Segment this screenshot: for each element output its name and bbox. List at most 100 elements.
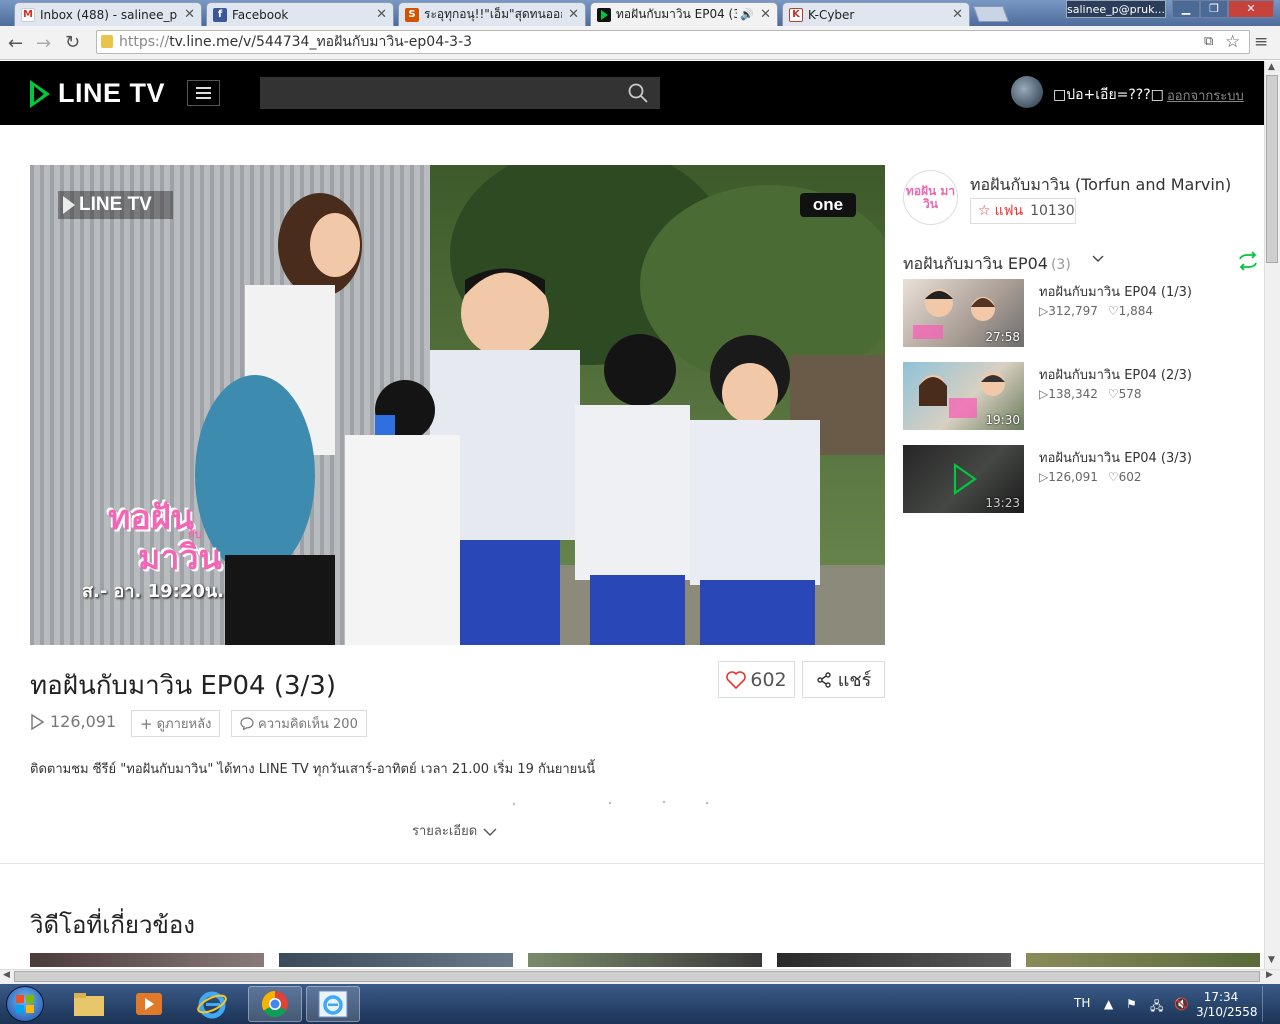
play-count-icon xyxy=(31,713,44,730)
duration-label: 19:30 xyxy=(985,413,1020,427)
back-icon[interactable]: ← xyxy=(8,33,23,54)
lock-icon[interactable] xyxy=(101,35,113,48)
logo-text: LINE TV xyxy=(58,78,166,108)
tab-gmail[interactable]: M Inbox (488) - salinee_p@p ✕ xyxy=(14,2,202,26)
show-hidden-icons-icon[interactable]: ▲ xyxy=(1104,997,1113,1011)
close-tab-icon[interactable]: ✕ xyxy=(376,7,387,22)
play-count: ▷312,797 xyxy=(1039,304,1098,318)
duration-label: 13:23 xyxy=(985,496,1020,510)
minimize-button[interactable]: ▁ xyxy=(1172,0,1200,18)
tab-title: ทอฝันกับมาวิน EP04 (3/3 xyxy=(616,7,737,21)
playlist-count: (3) xyxy=(1050,257,1071,273)
chevron-down-icon[interactable] xyxy=(1092,253,1104,265)
start-button[interactable] xyxy=(6,986,44,1022)
close-tab-icon[interactable]: ✕ xyxy=(184,7,195,22)
user-avatar[interactable] xyxy=(1011,76,1043,108)
scroll-up-icon[interactable]: ▲ xyxy=(1268,62,1275,72)
watch-later-label: ดูภายหลัง xyxy=(156,717,212,732)
input-language[interactable]: TH xyxy=(1074,996,1090,1010)
channel-name[interactable]: ทอฝันกับมาวิน (Torfun and Marvin) xyxy=(970,173,1231,198)
vertical-scroll-thumb[interactable] xyxy=(1266,75,1278,263)
playlist-item[interactable]: 27:58 ทอฝันกับมาวิน EP04 (1/3) ▷312,797 … xyxy=(903,279,1260,349)
channel-logo[interactable]: ทอฝัน มาวิน xyxy=(903,170,958,225)
tab-kcyber[interactable]: K K-Cyber ✕ xyxy=(782,2,970,26)
close-tab-icon[interactable]: ✕ xyxy=(568,7,579,22)
new-tab-button[interactable] xyxy=(973,6,1009,22)
playlist-item[interactable]: 19:30 ทอฝันกับมาวิน EP04 (2/3) ▷138,342 … xyxy=(903,362,1260,432)
playlist-item-title[interactable]: ทอฝันกับมาวิน EP04 (3/3) xyxy=(1039,447,1192,468)
share-button[interactable]: แชร์ xyxy=(802,661,885,698)
system-clock[interactable]: 17:34 3/10/2558 xyxy=(1196,990,1258,1020)
play-count: ▷138,342 xyxy=(1039,387,1098,401)
repeat-icon[interactable] xyxy=(1236,250,1260,272)
playlist-item-stats: ▷126,091 ♡602 xyxy=(1039,470,1142,484)
related-thumb-4[interactable] xyxy=(777,953,1011,967)
maximize-button[interactable]: ❐ xyxy=(1200,0,1228,18)
bookmark-star-icon[interactable]: ☆ xyxy=(1225,32,1240,52)
comments-button[interactable]: ความคิดเห็น 200 xyxy=(231,710,367,737)
username[interactable]: □ปอ+เอีย=???□ xyxy=(1053,84,1164,106)
details-label: รายละเอียด xyxy=(412,824,478,839)
internet-explorer-icon xyxy=(197,991,227,1019)
play-logo-icon xyxy=(30,79,50,108)
action-center-flag-icon[interactable]: ⚑ xyxy=(1126,997,1137,1011)
scroll-down-icon[interactable]: ▼ xyxy=(1268,955,1275,965)
speaker-icon[interactable]: 🔊 xyxy=(740,8,754,21)
network-icon[interactable]: 🖧 xyxy=(1150,997,1163,1018)
tab-facebook[interactable]: f Facebook ✕ xyxy=(206,2,394,26)
search-input[interactable] xyxy=(260,77,660,109)
profile-button[interactable]: salinee_p@pruk... xyxy=(1066,0,1166,18)
video-player[interactable]: LINE TV one ทอฝัน กับ มาวิน ส.- อา. 19:2… xyxy=(30,165,885,645)
section-divider xyxy=(0,863,1264,864)
playlist-item-current[interactable]: 13:23 ทอฝันกับมาวิน EP04 (3/3) ▷126,091 … xyxy=(903,445,1260,515)
close-tab-icon[interactable]: ✕ xyxy=(952,7,963,22)
playlist-thumbnail[interactable]: 13:23 xyxy=(903,445,1024,513)
watch-later-button[interactable]: + ดูภายหลัง xyxy=(131,710,221,737)
tab-news[interactable]: S ระอุทุกอนุ!!"เอ็ม"สุดทนออกโร ✕ xyxy=(398,2,586,26)
internet-explorer-button[interactable] xyxy=(185,986,239,1022)
chrome-button[interactable] xyxy=(248,986,302,1022)
fan-button[interactable]: ☆ แฟน 10130 xyxy=(970,198,1076,224)
reload-icon[interactable]: ↻ xyxy=(65,32,80,53)
forward-icon[interactable]: → xyxy=(36,33,51,54)
close-window-button[interactable]: ✕ xyxy=(1228,0,1274,18)
url-scheme: https:// xyxy=(119,34,170,50)
related-thumb-2[interactable] xyxy=(279,953,513,967)
horizontal-scroll-thumb[interactable] xyxy=(14,971,1260,982)
media-player-button[interactable] xyxy=(122,986,176,1022)
related-thumb-1[interactable] xyxy=(30,953,264,967)
linetv-watermark: LINE TV xyxy=(58,191,173,219)
playlist-thumbnail[interactable]: 27:58 xyxy=(903,279,1024,347)
scroll-left-icon[interactable]: ◀ xyxy=(3,970,10,980)
playlist-thumbnail[interactable]: 19:30 xyxy=(903,362,1024,430)
tab-linetv[interactable]: ทอฝันกับมาวิน EP04 (3/3 🔊 ✕ xyxy=(590,2,778,26)
related-thumb-5[interactable] xyxy=(1026,953,1260,967)
close-tab-icon[interactable]: ✕ xyxy=(760,7,771,22)
linetv-logo[interactable]: LINE TV xyxy=(30,78,165,109)
details-toggle[interactable]: รายละเอียด xyxy=(412,820,497,841)
playlist-title[interactable]: ทอฝันกับมาวิน EP04 (3) xyxy=(903,252,1071,277)
scroll-right-icon[interactable]: ▶ xyxy=(1266,970,1273,980)
clock-time: 17:34 xyxy=(1203,990,1239,1004)
volume-muted-icon[interactable]: 🔇 xyxy=(1174,997,1189,1011)
logout-link[interactable]: ออกจากระบบ xyxy=(1167,85,1244,106)
translate-icon[interactable]: ⧉ xyxy=(1204,34,1213,49)
video-description: ติดตามชม ซีรีย์ "ทอฝันกับมาวิน" ได้ทาง L… xyxy=(30,762,596,777)
play-icon: ▷ xyxy=(1039,387,1049,401)
show-desktop-button[interactable] xyxy=(1262,986,1276,1022)
file-explorer-button[interactable] xyxy=(62,986,116,1022)
internet-explorer-window-button[interactable] xyxy=(306,986,360,1022)
like-button[interactable]: 602 xyxy=(718,661,795,698)
playlist-item-title[interactable]: ทอฝันกับมาวิน EP04 (1/3) xyxy=(1039,281,1192,302)
folder-icon xyxy=(74,993,104,1016)
menu-button[interactable] xyxy=(187,80,220,106)
windows-logo-icon xyxy=(16,995,34,1013)
chrome-menu-icon[interactable]: ≡ xyxy=(1254,32,1268,52)
playlist-item-title[interactable]: ทอฝันกับมาวิน EP04 (2/3) xyxy=(1039,364,1192,385)
heart-icon: ♡ xyxy=(1107,387,1119,401)
like-count: ♡602 xyxy=(1108,470,1142,484)
star-icon: ☆ xyxy=(978,203,991,219)
address-bar[interactable]: https://tv.line.me/v/544734_ทอฝันกับมาวิ… xyxy=(96,30,1250,54)
related-thumb-3[interactable] xyxy=(528,953,762,967)
search-icon[interactable] xyxy=(628,83,648,103)
